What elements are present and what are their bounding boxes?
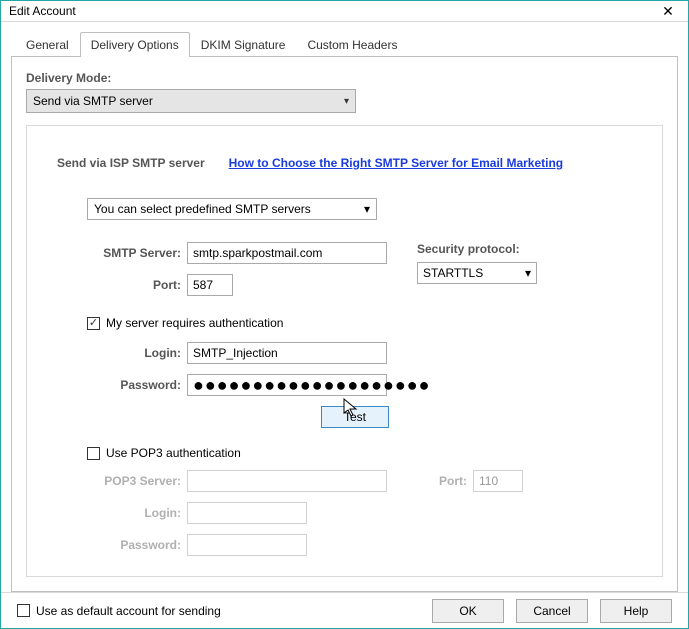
delivery-mode-label: Delivery Mode: [26,71,663,85]
tab-strip: General Delivery Options DKIM Signature … [11,32,678,57]
pop3-port-label: Port: [423,474,473,488]
tab-delivery-options[interactable]: Delivery Options [80,32,190,57]
close-icon[interactable]: ✕ [656,1,680,21]
tab-custom-headers[interactable]: Custom Headers [296,32,408,57]
chevron-down-icon: ▾ [364,202,370,216]
content-area: General Delivery Options DKIM Signature … [1,22,688,592]
security-protocol-label: Security protocol: [417,242,537,256]
tab-panel: Delivery Mode: Send via SMTP server ▾ Se… [11,56,678,592]
pop3-password-label: Password: [87,538,187,552]
auth-required-checkbox[interactable]: ✓ [87,317,100,330]
smtp-port-input[interactable] [187,274,233,296]
default-account-checkbox[interactable] [17,604,30,617]
predefined-smtp-select[interactable]: You can select predefined SMTP servers ▾ [87,198,377,220]
tab-general[interactable]: General [15,32,80,57]
delivery-mode-value: Send via SMTP server [33,94,153,108]
help-button[interactable]: Help [600,599,672,623]
smtp-help-link[interactable]: How to Choose the Right SMTP Server for … [229,156,564,170]
window-title: Edit Account [9,4,76,18]
pop3-login-label: Login: [87,506,187,520]
smtp-password-label: Password: [87,378,187,392]
smtp-settings-frame: Send via ISP SMTP server How to Choose t… [26,125,663,577]
default-account-label: Use as default account for sending [36,604,221,618]
security-protocol-value: STARTTLS [423,266,483,280]
pop3-login-input[interactable] [187,502,307,524]
ok-button[interactable]: OK [432,599,504,623]
auth-required-label: My server requires authentication [106,316,283,330]
smtp-login-label: Login: [87,346,187,360]
chevron-down-icon: ▾ [344,96,349,107]
cancel-button[interactable]: Cancel [516,599,588,623]
smtp-server-input[interactable] [187,242,387,264]
dialog-footer: Use as default account for sending OK Ca… [1,592,688,628]
edit-account-dialog: Edit Account ✕ General Delivery Options … [0,0,689,629]
smtp-login-input[interactable] [187,342,387,364]
security-protocol-select[interactable]: STARTTLS ▾ [417,262,537,284]
smtp-heading: Send via ISP SMTP server [57,156,205,170]
test-button[interactable]: Test [321,406,389,428]
pop3-auth-checkbox[interactable] [87,447,100,460]
chevron-down-icon: ▾ [525,266,531,280]
pop3-auth-label: Use POP3 authentication [106,446,241,460]
smtp-password-input[interactable]: ●●●●●●●●●●●●●●●●●●●● [187,374,387,396]
delivery-mode-select[interactable]: Send via SMTP server ▾ [26,89,356,113]
pop3-password-input[interactable] [187,534,307,556]
tab-dkim-signature[interactable]: DKIM Signature [190,32,297,57]
titlebar: Edit Account ✕ [1,1,688,22]
predefined-smtp-value: You can select predefined SMTP servers [94,202,311,216]
pop3-port-input[interactable] [473,470,523,492]
pop3-server-input[interactable] [187,470,387,492]
auth-required-row: ✓ My server requires authentication [87,316,632,330]
pop3-server-label: POP3 Server: [87,474,187,488]
smtp-server-label: SMTP Server: [87,246,187,260]
smtp-port-label: Port: [87,278,187,292]
